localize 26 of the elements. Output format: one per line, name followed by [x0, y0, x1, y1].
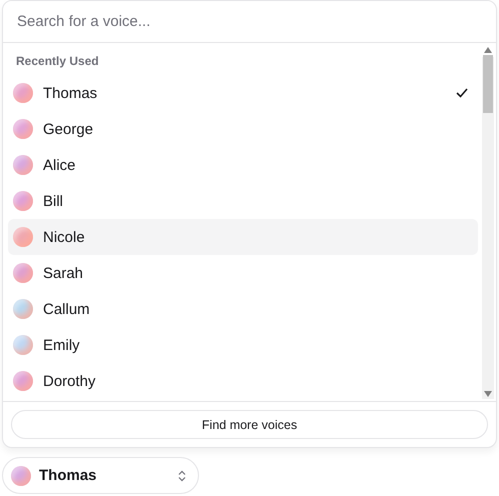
voice-name: Emily: [43, 336, 81, 354]
voice-option[interactable]: Callum: [8, 291, 478, 327]
scroll-down-icon[interactable]: [484, 391, 492, 397]
voice-option[interactable]: Emily: [8, 327, 478, 363]
chevron-updown-icon: [178, 470, 186, 482]
find-more-voices-button[interactable]: Find more voices: [11, 410, 488, 439]
voice-name: Nicole: [43, 228, 86, 246]
voice-name: Alice: [43, 156, 77, 174]
group-label: Recently Used: [15, 53, 100, 70]
search-field[interactable]: Search for a voice...: [3, 1, 496, 43]
voice-name: George: [43, 120, 94, 138]
voice-name: Bill: [43, 192, 64, 210]
voice-option[interactable]: Alice: [8, 147, 478, 183]
voice-name: Dorothy: [43, 372, 97, 390]
voice-name: Callum: [43, 300, 91, 318]
voice-option[interactable]: Dorothy: [8, 363, 478, 399]
voice-option[interactable]: Bill: [8, 183, 478, 219]
voice-name: Sarah: [43, 264, 84, 282]
voice-option[interactable]: Thomas: [8, 75, 478, 111]
voice-option[interactable]: Nicole: [8, 219, 478, 255]
scroll-up-icon[interactable]: [484, 47, 492, 53]
voice-select[interactable]: Thomas: [2, 457, 199, 494]
voice-option[interactable]: Sarah: [8, 255, 478, 291]
voice-option[interactable]: George: [8, 111, 478, 147]
scrollbar-thumb[interactable]: [483, 55, 493, 113]
voice-name: Thomas: [43, 84, 98, 102]
